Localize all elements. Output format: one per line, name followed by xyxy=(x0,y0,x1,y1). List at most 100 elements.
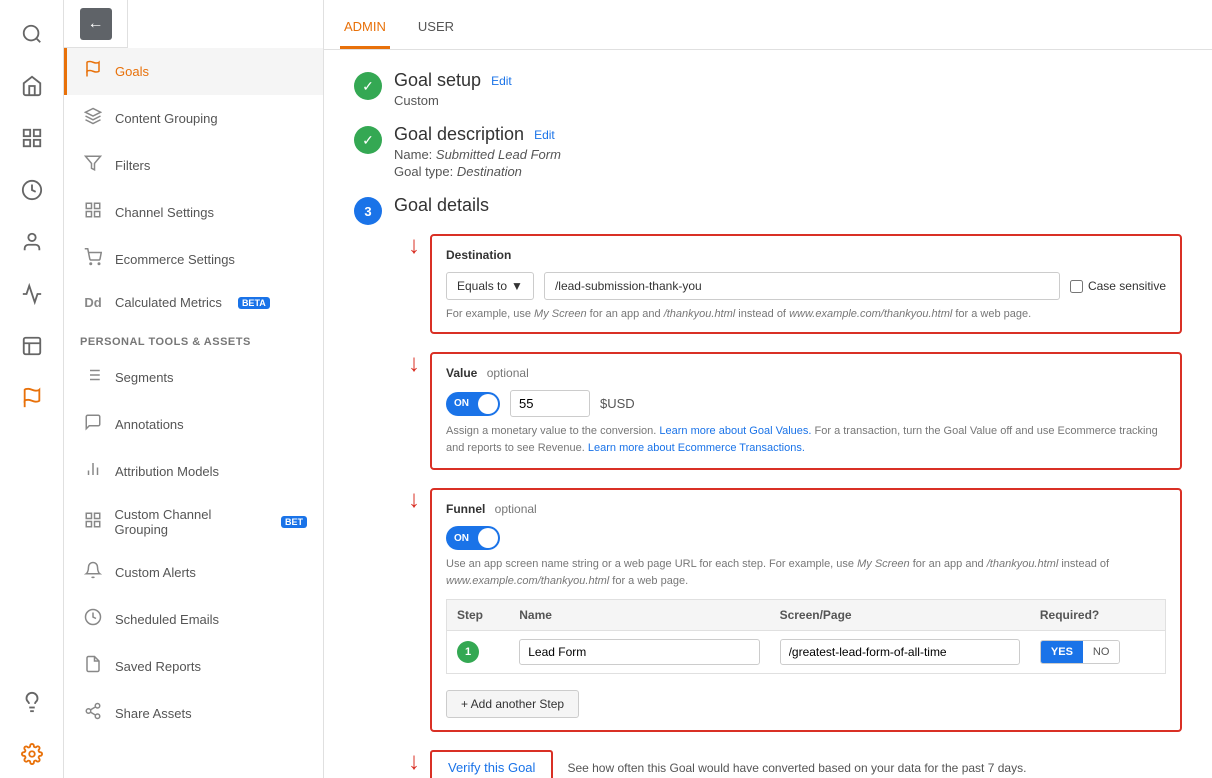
arrow-down-3: ↓ xyxy=(408,488,420,512)
sidebar-item-channel-settings[interactable]: Channel Settings xyxy=(64,189,323,236)
tab-admin[interactable]: ADMIN xyxy=(340,7,390,49)
add-step-button[interactable]: + Add another Step xyxy=(446,690,579,718)
destination-input[interactable] xyxy=(544,272,1060,300)
goal-setup-edit-link[interactable]: Edit xyxy=(491,74,512,88)
sidebar-home[interactable] xyxy=(8,62,56,110)
equals-to-label: Equals to xyxy=(457,279,507,293)
sidebar-gear[interactable] xyxy=(8,730,56,778)
sidebar-item-annotations[interactable]: Annotations xyxy=(64,401,323,448)
case-sensitive-area: Case sensitive xyxy=(1070,279,1166,293)
value-toggle-circle xyxy=(478,394,498,414)
back-button[interactable]: ← xyxy=(80,8,112,40)
sidebar-item-scheduled-emails-label: Scheduled Emails xyxy=(115,612,219,627)
ecommerce-transactions-link[interactable]: Learn more about Ecommerce Transactions. xyxy=(588,442,805,454)
value-box: Value optional ON $USD Assig xyxy=(430,352,1182,470)
value-title: Value optional xyxy=(446,366,1166,380)
sidebar-item-goals-label: Goals xyxy=(115,64,149,79)
arrow-down-4: ↓ xyxy=(408,750,420,774)
sidebar-person[interactable] xyxy=(8,218,56,266)
funnel-name-input-1[interactable] xyxy=(519,639,759,665)
goal-values-link[interactable]: Learn more about Goal Values. xyxy=(659,425,811,437)
case-sensitive-checkbox[interactable] xyxy=(1070,280,1083,293)
goal-setup-checkmark: ✓ xyxy=(354,72,382,100)
currency-label: $USD xyxy=(600,396,635,411)
cart-icon xyxy=(83,248,103,271)
filter-icon xyxy=(83,154,103,177)
funnel-toggle[interactable]: ON xyxy=(446,526,500,550)
value-hint: Assign a monetary value to the conversio… xyxy=(446,423,1166,456)
sidebar-item-content-grouping[interactable]: Content Grouping xyxy=(64,95,323,142)
sidebar-item-goals[interactable]: Goals xyxy=(64,48,323,95)
arrow-group-4: ↓ xyxy=(394,750,420,774)
sidebar-item-custom-alerts-label: Custom Alerts xyxy=(115,565,196,580)
goal-name-label: Name: xyxy=(394,147,436,162)
verify-goal-button[interactable]: Verify this Goal xyxy=(430,750,553,778)
channel-settings-icon xyxy=(83,201,103,224)
main-area: ADMIN USER ✓ Goal setup Edit Custom ✓ Go… xyxy=(324,0,1212,778)
sidebar-dashboard[interactable] xyxy=(8,114,56,162)
equals-to-select[interactable]: Equals to ▼ xyxy=(446,272,534,300)
goal-details-content: Goal details ↓ Destination Equals to ▼ xyxy=(394,195,1182,778)
funnel-page-cell xyxy=(770,631,1030,674)
goal-setup-content: Goal setup Edit Custom xyxy=(394,70,1182,108)
goal-details-section: 3 Goal details ↓ Destination Equals to xyxy=(354,195,1182,778)
value-toggle-label: ON xyxy=(454,398,469,409)
share-assets-icon xyxy=(83,702,103,725)
custom-channel-badge: BET xyxy=(281,516,307,528)
sidebar-flag[interactable] xyxy=(8,374,56,422)
value-row: ON $USD xyxy=(446,390,1166,417)
sidebar-clock[interactable] xyxy=(8,166,56,214)
funnel-name-cell xyxy=(509,631,769,674)
custom-channel-icon xyxy=(83,511,103,534)
goal-description-title-text: Goal description xyxy=(394,124,524,145)
value-optional-label: optional xyxy=(487,366,529,380)
col-screen-page: Screen/Page xyxy=(770,600,1030,631)
goal-type-value: Destination xyxy=(457,164,522,179)
goal-description-content: Goal description Edit Name: Submitted Le… xyxy=(394,124,1182,179)
alerts-icon xyxy=(83,561,103,584)
goal-description-checkmark: ✓ xyxy=(354,126,382,154)
goal-details-title-text: Goal details xyxy=(394,195,489,216)
sidebar-chart[interactable] xyxy=(8,270,56,318)
goal-description-name: Name: Submitted Lead Form xyxy=(394,147,1182,162)
sidebar-item-share-assets[interactable]: Share Assets xyxy=(64,690,323,737)
funnel-title: Funnel optional xyxy=(446,502,1166,516)
sidebar-item-custom-channel-grouping[interactable]: Custom Channel Grouping BET xyxy=(64,495,323,549)
goal-details-number: 3 xyxy=(354,197,382,225)
no-button-1[interactable]: NO xyxy=(1083,641,1120,663)
sidebar-item-segments[interactable]: Segments xyxy=(64,354,323,401)
goal-setup-title: Goal setup Edit xyxy=(394,70,1182,91)
arrow-group-2: ↓ xyxy=(394,352,420,376)
funnel-row-1: 1 xyxy=(447,631,1166,674)
funnel-box: Funnel optional ON Use an app screen nam… xyxy=(430,488,1182,732)
tab-user[interactable]: USER xyxy=(414,7,458,49)
funnel-required-cell: YES NO xyxy=(1030,631,1166,674)
destination-title: Destination xyxy=(446,248,1166,262)
calculated-metrics-icon: Dd xyxy=(83,295,103,310)
destination-wrapper: ↓ Destination Equals to ▼ Ca xyxy=(394,224,1182,334)
goal-description-section: ✓ Goal description Edit Name: Submitted … xyxy=(354,124,1182,179)
sidebar-item-calculated-metrics[interactable]: Dd Calculated Metrics BETA xyxy=(64,283,323,322)
sidebar-item-attribution-models[interactable]: Attribution Models xyxy=(64,448,323,495)
sidebar-item-custom-channel-label: Custom Channel Grouping xyxy=(115,507,265,537)
yes-button-1[interactable]: YES xyxy=(1041,641,1083,663)
value-input[interactable] xyxy=(510,390,590,417)
sidebar-lightbulb[interactable] xyxy=(8,678,56,726)
sidebar-item-scheduled-emails[interactable]: Scheduled Emails xyxy=(64,596,323,643)
sidebar-item-channel-settings-label: Channel Settings xyxy=(115,205,214,220)
sidebar-item-calculated-metrics-label: Calculated Metrics xyxy=(115,295,222,310)
funnel-table: Step Name Screen/Page Required? 1 xyxy=(446,599,1166,674)
sidebar-item-custom-alerts[interactable]: Custom Alerts xyxy=(64,549,323,596)
arrow-group-1: ↓ xyxy=(394,234,420,258)
sidebar-item-saved-reports[interactable]: Saved Reports xyxy=(64,643,323,690)
funnel-page-input-1[interactable] xyxy=(780,639,1020,665)
funnel-toggle-label: ON xyxy=(454,533,469,544)
sidebar-item-filters[interactable]: Filters xyxy=(64,142,323,189)
sidebar-report[interactable] xyxy=(8,322,56,370)
goal-description-edit-link[interactable]: Edit xyxy=(534,128,555,142)
yes-no-toggle-1: YES NO xyxy=(1040,640,1120,664)
value-toggle[interactable]: ON xyxy=(446,392,500,416)
sidebar-search[interactable] xyxy=(8,10,56,58)
saved-reports-icon xyxy=(83,655,103,678)
sidebar-item-ecommerce-settings[interactable]: Ecommerce Settings xyxy=(64,236,323,283)
